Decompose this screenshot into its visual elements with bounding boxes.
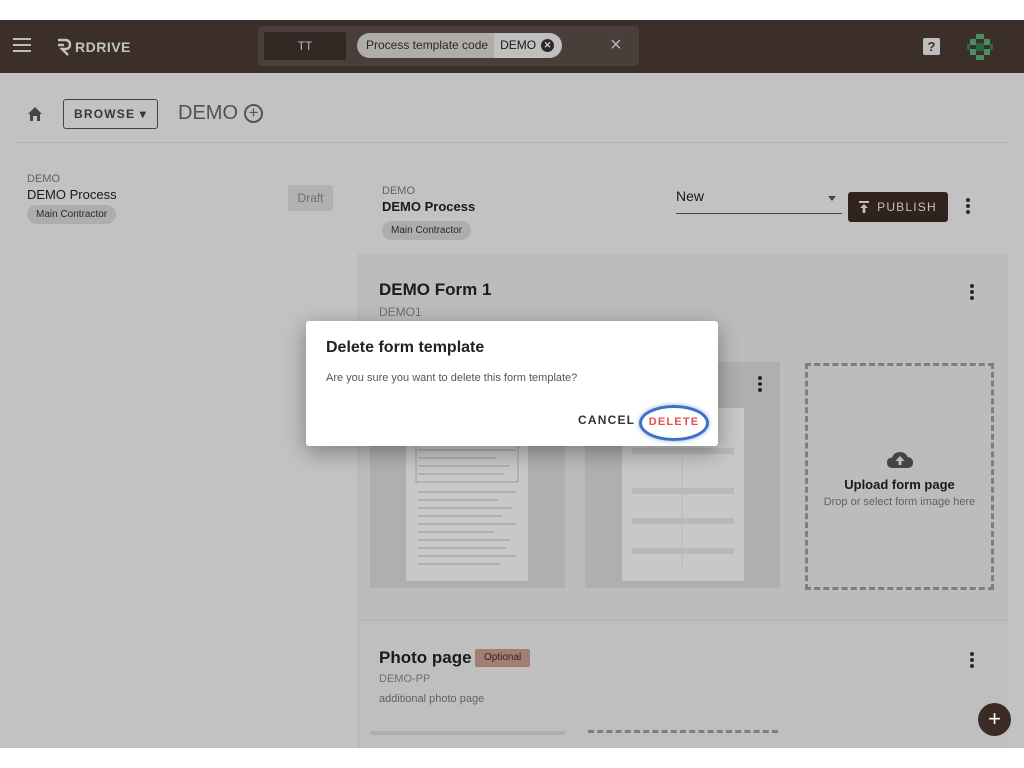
app-window: RDRIVE TT Process template code DEMO ✕ ×…: [0, 20, 1024, 748]
add-fab-button[interactable]: +: [978, 703, 1011, 736]
delete-button[interactable]: DELETE: [639, 405, 709, 441]
dialog-title: Delete form template: [326, 339, 485, 356]
delete-dialog: Delete form template Are you sure you wa…: [306, 321, 718, 446]
dialog-message: Are you sure you want to delete this for…: [326, 372, 578, 384]
cancel-button[interactable]: CANCEL: [578, 413, 635, 427]
